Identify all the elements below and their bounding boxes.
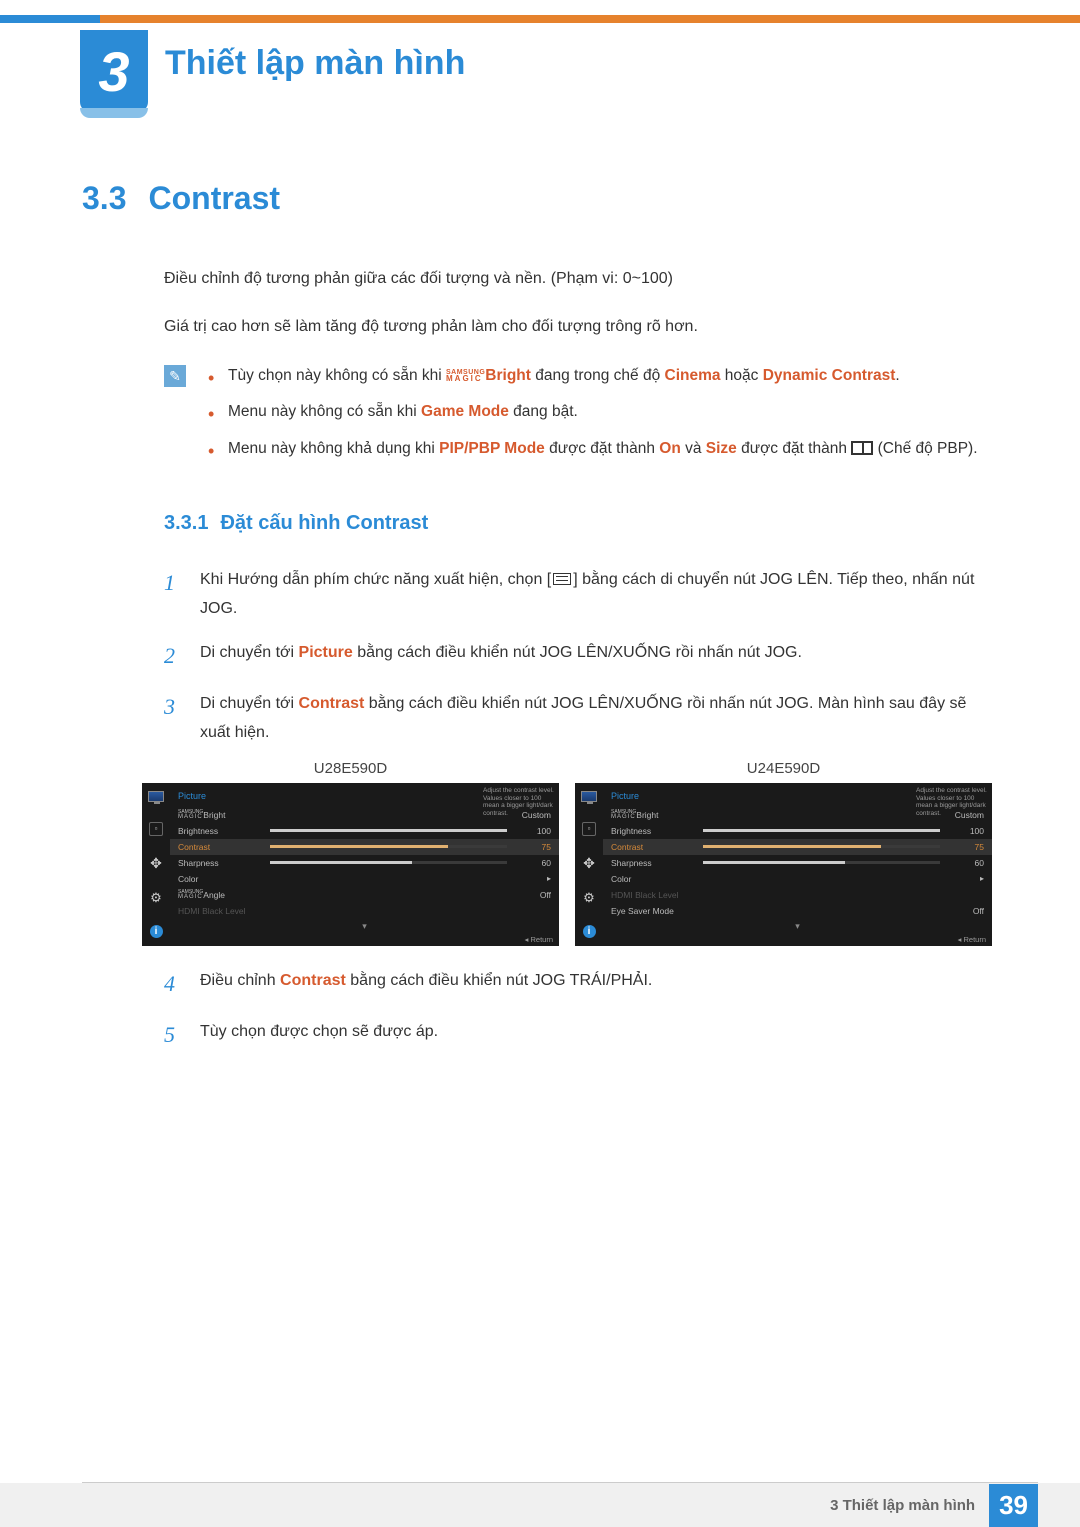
osd-item: HDMI Black Level [603,887,992,903]
osd-model-right: U24E590D [575,760,992,777]
osd-panel-right: Picture Adjust the contrast level. Value… [603,783,992,946]
osd-tip: Adjust the contrast level. Values closer… [483,787,555,818]
osd-left: U28E590D ▫ ✥ ⚙ i Picture Adjust the cont… [142,760,559,946]
menu-icon [553,573,571,585]
osd-item: Contrast75 [170,839,559,855]
arrows-icon: ✥ [148,856,164,870]
section-number: 3.3 [82,180,126,216]
osd-item: Sharpness60 [603,855,992,871]
page-number: 39 [989,1484,1038,1527]
step-2: 2 Di chuyển tới Picture bằng cách điều k… [164,636,992,676]
step-3: 3 Di chuyển tới Contrast bằng cách điều … [164,687,992,748]
paragraph-1: Điều chỉnh độ tương phản giữa các đối tư… [164,267,992,291]
chevron-down-icon: ▾ [603,919,992,932]
osd-item: Contrast75 [603,839,992,855]
monitor-icon [581,791,597,802]
chapter-title: Thiết lập màn hình [165,44,465,83]
osd-return: ◂ Return [958,935,986,944]
steps-list-cont: 4 Điều chỉnh Contrast bằng cách điều khi… [164,964,992,1055]
osd-item: SAMSUNGMAGICAngleOff [170,887,559,903]
osd-item: Eye Saver ModeOff [603,903,992,919]
note-item-1: Tùy chọn này không có sẵn khi SAMSUNGMAG… [204,363,978,389]
arrows-icon: ✥ [581,856,597,870]
footer-text: 3 Thiết lập màn hình [830,1497,975,1514]
osd-item: Brightness100 [170,823,559,839]
note-item-3: Menu này không khả dụng khi PIP/PBP Mode… [204,436,978,462]
step-4: 4 Điều chỉnh Contrast bằng cách điều khi… [164,964,992,1004]
info-icon: i [150,925,163,938]
top-accent-bar [0,15,1080,23]
osd-return: ◂ Return [525,935,553,944]
info-icon: i [583,925,596,938]
section-title: Contrast [148,180,280,216]
osd-item: Sharpness60 [170,855,559,871]
subsection-heading: 3.3.1Đặt cấu hình Contrast [164,512,992,535]
osd-sidebar: ▫ ✥ ⚙ i [575,783,603,946]
pbp-icon [851,441,873,455]
page-footer: 3 Thiết lập màn hình 39 [0,1483,1080,1527]
paragraph-2: Giá trị cao hơn sẽ làm tăng độ tương phả… [164,315,992,339]
step-1: 1 Khi Hướng dẫn phím chức năng xuất hiện… [164,563,992,624]
gear-icon: ⚙ [148,891,164,905]
gear-icon: ⚙ [581,891,597,905]
osd-screenshots: U28E590D ▫ ✥ ⚙ i Picture Adjust the cont… [142,760,992,946]
osd-tip: Adjust the contrast level. Values closer… [916,787,988,818]
osd-item: Color▸ [170,871,559,887]
osd-item: HDMI Black Level [170,903,559,919]
chapter-number-badge: 3 [80,30,148,112]
samsung-magic-logo: SAMSUNGMAGIC [446,370,485,382]
note-box: ✎ Tùy chọn này không có sẵn khi SAMSUNGM… [164,363,992,472]
osd-sidebar: ▫ ✥ ⚙ i [142,783,170,946]
note-list: Tùy chọn này không có sẵn khi SAMSUNGMAG… [204,363,978,472]
osd-item: Color▸ [603,871,992,887]
note-icon: ✎ [164,365,186,387]
pip-icon: ▫ [149,822,163,836]
note-item-2: Menu này không có sẵn khi Game Mode đang… [204,399,978,425]
osd-panel-left: Picture Adjust the contrast level. Value… [170,783,559,946]
osd-model-left: U28E590D [142,760,559,777]
chevron-down-icon: ▾ [170,919,559,932]
pip-icon: ▫ [582,822,596,836]
page-content: 3.3 Contrast Điều chỉnh độ tương phản giữ… [82,180,992,1067]
section-heading: 3.3 Contrast [82,180,992,217]
osd-item: Brightness100 [603,823,992,839]
osd-right: U24E590D ▫ ✥ ⚙ i Picture Adjust the cont… [575,760,992,946]
monitor-icon [148,791,164,802]
step-5: 5 Tùy chọn được chọn sẽ được áp. [164,1015,992,1055]
steps-list: 1 Khi Hướng dẫn phím chức năng xuất hiện… [164,563,992,748]
